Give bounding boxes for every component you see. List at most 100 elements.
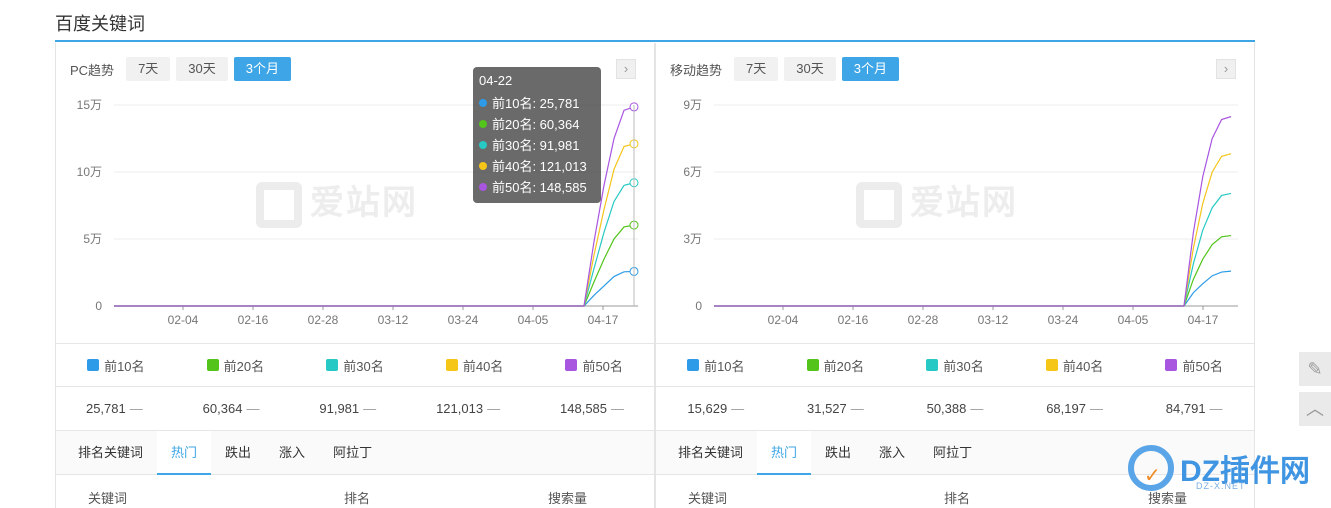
range-selector: 移动趋势 7天 30天 3个月 — [670, 57, 899, 81]
tooltip-row: 前40名: 121,013 — [479, 155, 595, 176]
x-tick-label: 03-12 — [978, 313, 1009, 327]
tooltip-date: 04-22 — [479, 73, 513, 88]
x-tick-label: 02-04 — [168, 313, 199, 327]
legend-item-top20[interactable]: 前20名 — [206, 356, 264, 375]
column-header-volume[interactable]: 搜索量 — [548, 488, 587, 507]
tab-rising[interactable]: 涨入 — [865, 431, 919, 475]
y-tick-label: 0 — [695, 299, 702, 313]
range-3m-button[interactable]: 3个月 — [841, 57, 899, 81]
tab-ranking-keywords[interactable]: 排名关键词 — [664, 431, 757, 475]
legend-item-top50[interactable]: 前50名 — [1165, 356, 1223, 375]
tab-aladdin[interactable]: 阿拉丁 — [319, 431, 386, 475]
x-tick-label: 04-05 — [518, 313, 549, 327]
value-top10: 15,629— — [687, 401, 745, 416]
value-top50: 148,585— — [560, 401, 625, 416]
series-line — [714, 270, 1232, 307]
tab-rising[interactable]: 涨入 — [265, 431, 319, 475]
tab-hot[interactable]: 热门 — [757, 430, 812, 475]
trend-flat-icon: — — [1089, 401, 1103, 416]
summary-values: 15,629— 31,527— 50,388— 68,197— 84,791— — [656, 387, 1254, 431]
legend-item-top50[interactable]: 前50名 — [565, 356, 623, 375]
pencil-icon[interactable]: ✎ — [1299, 352, 1331, 386]
x-tick-label: 02-04 — [768, 313, 799, 327]
tab-ranking-keywords[interactable]: 排名关键词 — [64, 431, 157, 475]
legend-item-top30[interactable]: 前30名 — [926, 356, 984, 375]
y-tick-label: 0 — [95, 299, 102, 313]
series-dot-icon — [479, 161, 487, 170]
range-30d-button[interactable]: 30天 — [784, 57, 836, 81]
trend-flat-icon: — — [611, 401, 625, 416]
series-line — [714, 116, 1232, 307]
legend-swatch — [565, 359, 578, 371]
x-tick-label: 03-24 — [1048, 313, 1079, 327]
value-top40: 68,197— — [1046, 401, 1103, 416]
chart-legend: 前10名 前20名 前30名 前40名 前50名 — [56, 343, 654, 387]
trend-flat-icon: — — [246, 401, 260, 416]
trend-label: PC趋势 — [70, 62, 115, 78]
legend-swatch — [87, 359, 100, 371]
series-dot-icon — [479, 140, 487, 149]
x-tick-label: 04-17 — [588, 313, 619, 327]
legend-swatch — [445, 359, 458, 371]
value-top30: 91,981— — [319, 401, 377, 416]
series-line — [114, 270, 635, 307]
legend-swatch — [1045, 359, 1058, 371]
range-7d-button[interactable]: 7天 — [734, 57, 779, 81]
legend-item-top30[interactable]: 前30名 — [326, 356, 384, 375]
tab-hot[interactable]: 热门 — [157, 430, 212, 475]
keyword-tabs: 排名关键词 热门 跌出 涨入 阿拉丁 — [56, 430, 654, 475]
series-line — [714, 153, 1232, 307]
tab-dropped[interactable]: 跌出 — [811, 431, 865, 475]
legend-swatch — [1165, 359, 1178, 371]
legend-swatch — [326, 359, 339, 371]
column-header-rank[interactable]: 排名 — [944, 488, 970, 507]
series-dot-icon — [479, 182, 487, 191]
page-title: 百度关键词 — [55, 14, 145, 34]
legend-item-top40[interactable]: 前40名 — [445, 356, 503, 375]
series-line — [714, 192, 1232, 307]
tab-dropped[interactable]: 跌出 — [211, 431, 265, 475]
range-30d-button[interactable]: 30天 — [176, 57, 228, 81]
tab-aladdin[interactable]: 阿拉丁 — [919, 431, 986, 475]
trend-flat-icon: — — [363, 401, 377, 416]
trend-flat-icon: — — [129, 401, 143, 416]
trend-flat-icon: — — [850, 401, 864, 416]
range-3m-button[interactable]: 3个月 — [233, 57, 291, 81]
series-dot-icon — [479, 119, 487, 128]
trend-flat-icon: — — [487, 401, 501, 416]
tooltip-row: 前20名: 60,364 — [479, 113, 595, 134]
legend-swatch — [806, 359, 819, 371]
legend-item-top40[interactable]: 前40名 — [1045, 356, 1103, 375]
legend-item-top10[interactable]: 前10名 — [87, 356, 145, 375]
trend-flat-icon: — — [970, 401, 984, 416]
series-line — [714, 234, 1232, 307]
x-tick-label: 04-17 — [1188, 313, 1219, 327]
trend-flat-icon: — — [731, 401, 745, 416]
legend-item-top10[interactable]: 前10名 — [687, 356, 745, 375]
column-header-rank[interactable]: 排名 — [344, 488, 370, 507]
back-to-top-icon[interactable]: ︿ — [1299, 392, 1331, 426]
range-selector: PC趋势 7天 30天 3个月 — [70, 57, 291, 81]
trend-flat-icon: — — [1209, 401, 1223, 416]
dz-logo-icon: ✓ — [1128, 445, 1174, 491]
y-tick-label: 10万 — [77, 165, 102, 179]
legend-item-top20[interactable]: 前20名 — [806, 356, 864, 375]
chevron-right-icon[interactable]: › — [616, 59, 636, 79]
y-tick-label: 6万 — [683, 165, 702, 179]
x-tick-label: 02-28 — [308, 313, 339, 327]
title-underline — [55, 40, 1255, 42]
chevron-right-icon[interactable]: › — [1216, 59, 1236, 79]
value-top30: 50,388— — [926, 401, 984, 416]
x-tick-label: 02-16 — [238, 313, 269, 327]
legend-swatch — [206, 359, 219, 371]
range-7d-button[interactable]: 7天 — [126, 57, 171, 81]
value-top50: 84,791— — [1165, 401, 1223, 416]
value-top20: 60,364— — [202, 401, 260, 416]
x-tick-label: 02-16 — [838, 313, 869, 327]
x-tick-label: 04-05 — [1118, 313, 1149, 327]
column-header-keyword[interactable]: 关键词 — [688, 488, 727, 507]
tooltip-row: 前10名: 25,781 — [479, 92, 595, 113]
y-tick-label: 5万 — [83, 232, 102, 246]
y-tick-label: 9万 — [683, 98, 702, 112]
column-header-keyword[interactable]: 关键词 — [88, 488, 127, 507]
